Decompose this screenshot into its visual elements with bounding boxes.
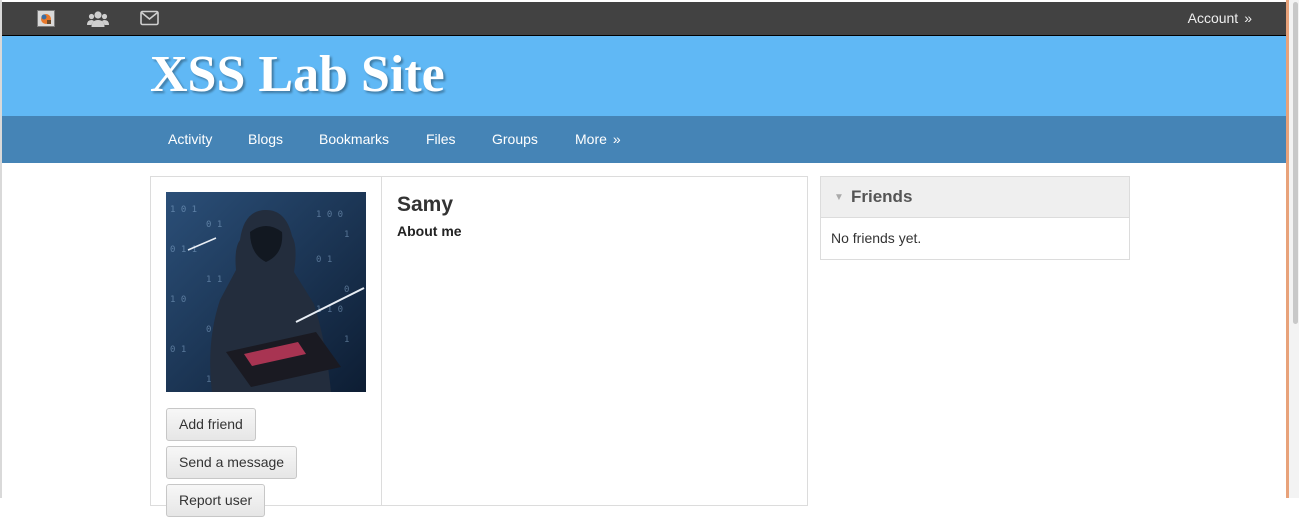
avatar[interactable]: 1 0 10 1 11 00 1 0 11 10 01 0 1 0 00 11 …	[166, 192, 366, 392]
friends-empty-text: No friends yet.	[831, 230, 922, 246]
mail-icon[interactable]	[140, 10, 159, 28]
profile-name: Samy	[397, 193, 454, 216]
svg-text:1 1: 1 1	[206, 275, 222, 285]
svg-text:1 0: 1 0	[170, 295, 186, 305]
nav-item-bookmarks[interactable]: Bookmarks	[319, 116, 389, 163]
account-label: Account	[1187, 10, 1239, 26]
svg-text:1 0 1: 1 0 1	[170, 205, 197, 215]
more-arrow-icon: »	[612, 131, 621, 147]
nav-item-more-label: More	[575, 131, 607, 147]
profile-panel: 1 0 10 1 11 00 1 0 11 10 01 0 1 0 00 11 …	[150, 176, 808, 517]
svg-text:0 1: 0 1	[170, 345, 186, 355]
svg-text:0 1: 0 1	[316, 255, 332, 265]
site-header: XSS Lab Site	[2, 36, 1286, 116]
account-menu[interactable]: Account »	[1188, 2, 1252, 35]
window-right-edge	[1286, 0, 1289, 498]
svg-text:1: 1	[344, 335, 349, 345]
nav-item-activity[interactable]: Activity	[168, 116, 212, 163]
friends-module-header[interactable]: ▼ Friends	[821, 177, 1129, 218]
friends-module: ▼ Friends No friends yet.	[820, 176, 1130, 260]
topbar: Account »	[2, 2, 1286, 36]
send-message-button[interactable]: Send a message	[166, 446, 298, 479]
profile-sidebar: 1 0 10 1 11 00 1 0 11 10 01 0 1 0 00 11 …	[151, 177, 382, 517]
scrollbar-thumb[interactable]	[1293, 2, 1298, 324]
nav-item-blogs[interactable]: Blogs	[248, 116, 283, 163]
svg-text:1 0 0: 1 0 0	[316, 210, 343, 220]
report-user-button[interactable]: Report user	[166, 484, 266, 517]
svg-text:0 1: 0 1	[206, 220, 222, 230]
friends-icon[interactable]	[87, 10, 109, 28]
collapse-triangle-icon[interactable]: ▼	[834, 192, 844, 203]
svg-text:0 1 1: 0 1 1	[170, 245, 197, 255]
add-friend-button[interactable]: Add friend	[166, 408, 256, 441]
main-nav: Activity Blogs Bookmarks Files Groups Mo…	[2, 116, 1286, 163]
about-me-label: About me	[397, 223, 462, 239]
svg-text:1: 1	[344, 230, 349, 240]
nav-item-files[interactable]: Files	[426, 116, 456, 163]
nav-item-more[interactable]: More »	[575, 116, 621, 163]
svg-text:0: 0	[344, 285, 349, 295]
nav-item-groups[interactable]: Groups	[492, 116, 538, 163]
account-arrow-icon: »	[1244, 10, 1252, 26]
friends-title: Friends	[851, 187, 913, 206]
site-title[interactable]: XSS Lab Site	[150, 42, 445, 108]
site-logo-icon[interactable]	[37, 10, 55, 27]
